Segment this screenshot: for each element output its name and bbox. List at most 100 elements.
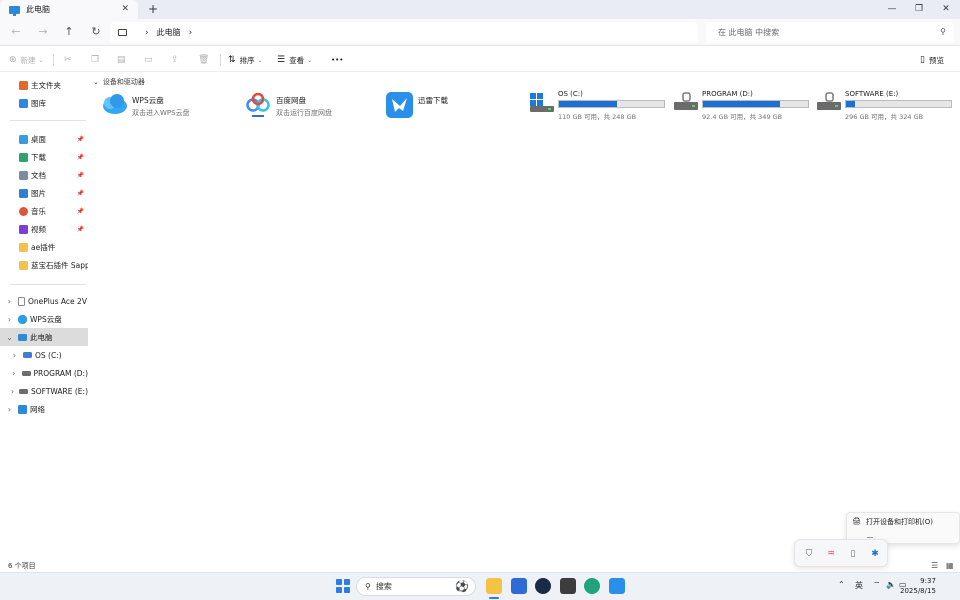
- sidebar-item-this-pc[interactable]: ⌄ 此电脑: [0, 328, 88, 346]
- sidebar-item-pictures[interactable]: 图片 📌: [0, 184, 88, 202]
- location-xunlei[interactable]: 迅雷下载: [386, 92, 516, 124]
- pin-icon[interactable]: 📌: [77, 226, 84, 233]
- sidebar-item-drive-d[interactable]: › PROGRAM (D:): [0, 364, 88, 382]
- search-icon[interactable]: ⚲: [940, 27, 946, 36]
- sidebar-item-wps-cloud[interactable]: › WPS云盘: [0, 310, 88, 328]
- pin-icon[interactable]: 📌: [77, 172, 84, 179]
- forward-button[interactable]: →: [35, 24, 51, 40]
- chevron-right-icon[interactable]: ›: [5, 405, 14, 414]
- usb-drive-icon[interactable]: ▯: [847, 548, 859, 560]
- sidebar-item-label: WPS云盘: [30, 314, 62, 324]
- wifi-icon[interactable]: ⌔: [873, 580, 881, 590]
- sidebar-item-home[interactable]: 主文件夹: [0, 76, 88, 94]
- sidebar-item-drive-e[interactable]: › SOFTWARE (E:): [0, 382, 88, 400]
- location-baidu-netdisk[interactable]: 百度网盘 双击运行百度网盘: [244, 92, 374, 124]
- sidebar-item-gallery[interactable]: 图库: [0, 94, 88, 112]
- close-window-button[interactable]: ✕: [939, 2, 953, 16]
- sort-button[interactable]: ⇅ 排序 ⌄: [228, 53, 263, 67]
- chevron-up-icon[interactable]: ⌃: [838, 580, 845, 589]
- sidebar-item-label: 此电脑: [30, 332, 53, 342]
- breadcrumb-this-pc[interactable]: 此电脑: [157, 27, 181, 38]
- restore-button[interactable]: ❐: [912, 2, 926, 16]
- preview-label: 预览: [928, 55, 944, 65]
- chevron-right-icon[interactable]: ›: [10, 387, 15, 396]
- copy-button[interactable]: ❐: [91, 53, 103, 67]
- pin-icon[interactable]: 📌: [77, 190, 84, 197]
- windows-logo-icon: [336, 586, 342, 593]
- chevron-right-icon[interactable]: ›: [10, 351, 19, 360]
- back-button[interactable]: ←: [8, 24, 24, 40]
- bluetooth-icon[interactable]: ✱: [869, 548, 881, 560]
- audio-wave-icon[interactable]: ♒: [825, 548, 837, 560]
- start-button[interactable]: [336, 579, 350, 593]
- breadcrumb-separator[interactable]: ›: [145, 28, 149, 38]
- new-button[interactable]: ⊕ 新建 ⌄: [9, 53, 44, 67]
- paste-button[interactable]: ▤: [117, 53, 130, 67]
- chevron-right-icon[interactable]: ›: [5, 315, 14, 324]
- location-subtitle: 双击进入WPS云盘: [132, 109, 190, 117]
- sidebar-item-label: 网络: [30, 404, 45, 414]
- share-button[interactable]: ⇪: [171, 53, 183, 67]
- sidebar-item-videos[interactable]: 视频 📌: [0, 220, 88, 238]
- sidebar-item-sapphire-plugins[interactable]: 蓝宝石插件 Sapphi: [0, 256, 88, 274]
- location-name: 迅雷下载: [418, 96, 448, 105]
- tab-this-pc[interactable]: 此电脑 ✕: [0, 0, 138, 19]
- drive-name: SOFTWARE (E:): [845, 90, 899, 98]
- close-tab-icon[interactable]: ✕: [121, 4, 129, 14]
- sidebar-item-oneplus[interactable]: › OnePlus Ace 2V: [0, 292, 88, 310]
- drive-d[interactable]: PROGRAM (D:) 92.4 GB 可用，共 349 GB: [672, 90, 812, 122]
- clock-date: 2025/8/15: [900, 587, 936, 595]
- sidebar-item-ae-plugins[interactable]: ae插件: [0, 238, 88, 256]
- input-method-indicator[interactable]: 英: [855, 580, 863, 591]
- clock[interactable]: 9:37 2025/8/15: [900, 576, 936, 596]
- sidebar-item-desktop[interactable]: 桌面 📌: [0, 130, 88, 148]
- location-wps-cloud[interactable]: WPS云盘 双击进入WPS云盘: [100, 92, 230, 124]
- view-button[interactable]: ☰ 查看 ⌄: [277, 53, 312, 67]
- group-header-devices[interactable]: ⌄ 设备和驱动器: [93, 77, 145, 87]
- delete-button[interactable]: 🗑: [198, 53, 213, 67]
- app-blue-icon[interactable]: [511, 578, 527, 594]
- pin-icon[interactable]: 📌: [77, 154, 84, 161]
- chevron-down-icon[interactable]: ⌄: [5, 333, 14, 342]
- sidebar-item-network[interactable]: › 网络: [0, 400, 88, 418]
- more-options-button[interactable]: •••: [331, 53, 343, 67]
- drive-e[interactable]: SOFTWARE (E:) 296 GB 可用，共 324 GB: [815, 90, 955, 122]
- xunlei-icon[interactable]: [609, 578, 625, 594]
- rename-button[interactable]: ▭: [144, 53, 157, 67]
- minimize-button[interactable]: —: [885, 2, 899, 16]
- sidebar-item-music[interactable]: 音乐 📌: [0, 202, 88, 220]
- windows-logo-icon: [343, 586, 350, 593]
- volume-icon[interactable]: 🔈: [886, 580, 896, 589]
- pin-icon[interactable]: 📌: [77, 136, 84, 143]
- search-input[interactable]: 在 此电脑 中搜索 ⚲: [706, 22, 954, 43]
- drive-c[interactable]: OS (C:) 110 GB 可用，共 248 GB: [528, 90, 668, 122]
- cloud-icon: [18, 314, 27, 324]
- chevron-right-icon[interactable]: ›: [10, 369, 18, 378]
- preview-pane-button[interactable]: ▯ 预览: [920, 53, 944, 67]
- drive-usage-bar: [558, 100, 665, 108]
- tiles-view-button[interactable]: ▦: [946, 561, 955, 570]
- taskbar-search[interactable]: ⚲ 搜索 ⚽: [356, 577, 476, 596]
- search-highlight-icon: ⚽: [455, 580, 469, 593]
- details-view-button[interactable]: ☰: [931, 561, 940, 570]
- app-tray-icon[interactable]: ⛉: [803, 548, 815, 560]
- steam-icon[interactable]: [535, 578, 551, 594]
- sidebar-item-documents[interactable]: 文档 📌: [0, 166, 88, 184]
- edge-icon[interactable]: [584, 578, 600, 594]
- sidebar-item-downloads[interactable]: 下载 📌: [0, 148, 88, 166]
- breadcrumb-separator[interactable]: ›: [189, 28, 193, 38]
- up-button[interactable]: ↑: [61, 24, 77, 40]
- new-tab-button[interactable]: +: [146, 2, 160, 16]
- drive-usage-bar: [702, 100, 809, 108]
- sidebar-item-drive-c[interactable]: › OS (C:): [0, 346, 88, 364]
- open-devices-printers-item[interactable]: 打开设备和打印机(O): [866, 517, 933, 527]
- refresh-button[interactable]: ↻: [88, 24, 104, 40]
- new-label: 新建: [20, 55, 36, 65]
- pin-icon[interactable]: 📌: [77, 208, 84, 215]
- file-explorer-icon[interactable]: [486, 578, 502, 594]
- cut-button[interactable]: ✂: [64, 53, 76, 67]
- clipboard-icon: ▤: [117, 55, 126, 65]
- address-bar[interactable]: › 此电脑 ›: [110, 22, 698, 43]
- app-dark-icon[interactable]: [560, 578, 576, 594]
- chevron-right-icon[interactable]: ›: [5, 297, 14, 306]
